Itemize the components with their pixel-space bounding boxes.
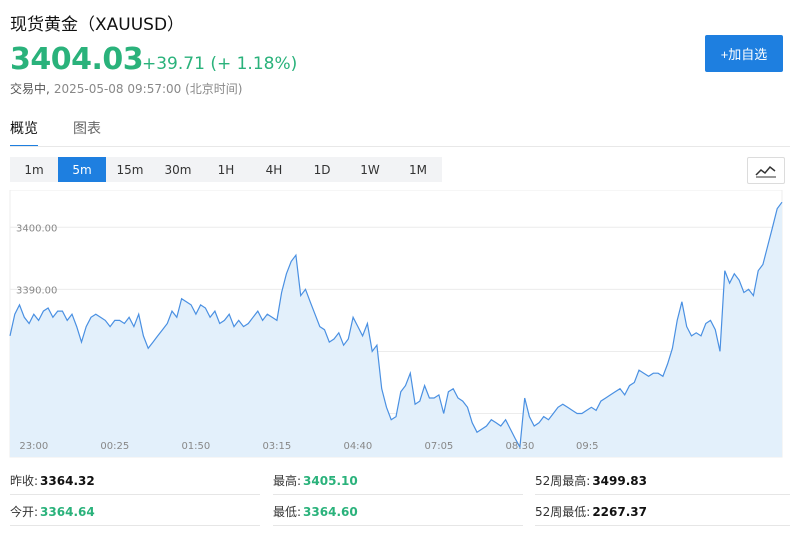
range-1m[interactable]: 1m <box>10 157 58 182</box>
stat-prev-close: 昨收: 3364.32 <box>10 472 95 489</box>
range-4h[interactable]: 4H <box>250 157 298 182</box>
price-chart[interactable]: 3370.003380.003390.003400.0023:0000:2501… <box>0 190 800 460</box>
stat-value: 3499.83 <box>592 474 647 488</box>
stat-low: 最低: 3364.60 <box>273 503 358 520</box>
divider <box>10 494 260 495</box>
stat-value: 3364.64 <box>40 505 95 519</box>
x-tick-label: 00:25 <box>100 441 129 452</box>
stat-label: 今开: <box>10 505 39 519</box>
stat-label: 最高: <box>273 474 302 488</box>
stat-52w-high: 52周最高: 3499.83 <box>535 472 647 489</box>
x-tick-label: 08:30 <box>505 441 534 452</box>
x-tick-label: 04:40 <box>343 441 372 452</box>
stat-52w-low: 52周最低: 2267.37 <box>535 503 647 520</box>
divider <box>10 525 260 526</box>
y-tick-label: 3400.00 <box>16 223 57 234</box>
divider <box>273 494 523 495</box>
x-tick-label: 03:15 <box>262 441 291 452</box>
x-tick-label: 23:00 <box>19 441 48 452</box>
stat-label: 最低: <box>273 505 302 519</box>
stat-label: 52周最高: <box>535 474 591 488</box>
range-1h[interactable]: 1H <box>202 157 250 182</box>
y-tick-label: 3390.00 <box>16 285 57 296</box>
divider <box>535 525 790 526</box>
range-30m[interactable]: 30m <box>154 157 202 182</box>
x-tick-label: 09:5 <box>576 441 598 452</box>
tab-overview[interactable]: 概览 <box>10 118 38 147</box>
stat-value: 3405.10 <box>303 474 358 488</box>
chart-type-button[interactable] <box>747 157 785 184</box>
stat-value: 3364.60 <box>303 505 358 519</box>
trading-status-label: 交易中, <box>10 82 50 96</box>
range-5m[interactable]: 5m <box>58 157 106 182</box>
current-price: 3404.03 <box>10 42 144 77</box>
tab-divider <box>10 146 790 147</box>
range-1mo[interactable]: 1M <box>394 157 442 182</box>
divider <box>535 494 790 495</box>
add-to-watchlist-button[interactable]: +加自选 <box>705 35 783 72</box>
stat-value: 3364.32 <box>40 474 95 488</box>
tab-chart[interactable]: 图表 <box>73 118 101 138</box>
stat-value: 2267.37 <box>592 505 647 519</box>
timestamp: 2025-05-08 09:57:00 (北京时间) <box>53 82 243 96</box>
line-chart-icon <box>755 165 776 178</box>
time-range-selector: 1m 5m 15m 30m 1H 4H 1D 1W 1M <box>10 157 442 182</box>
x-tick-label: 07:05 <box>424 441 453 452</box>
stat-high: 最高: 3405.10 <box>273 472 358 489</box>
stat-open: 今开: 3364.64 <box>10 503 95 520</box>
price-change: +39.71 (+ 1.18%) <box>142 54 298 74</box>
range-1w[interactable]: 1W <box>346 157 394 182</box>
x-tick-label: 01:50 <box>181 441 210 452</box>
divider <box>273 525 523 526</box>
page-title: 现货黄金（XAUUSD） <box>10 15 185 35</box>
trading-status: 交易中, 2025-05-08 09:57:00 (北京时间) <box>10 80 242 97</box>
range-1d[interactable]: 1D <box>298 157 346 182</box>
range-15m[interactable]: 15m <box>106 157 154 182</box>
stat-label: 昨收: <box>10 474 39 488</box>
stat-label: 52周最低: <box>535 505 591 519</box>
